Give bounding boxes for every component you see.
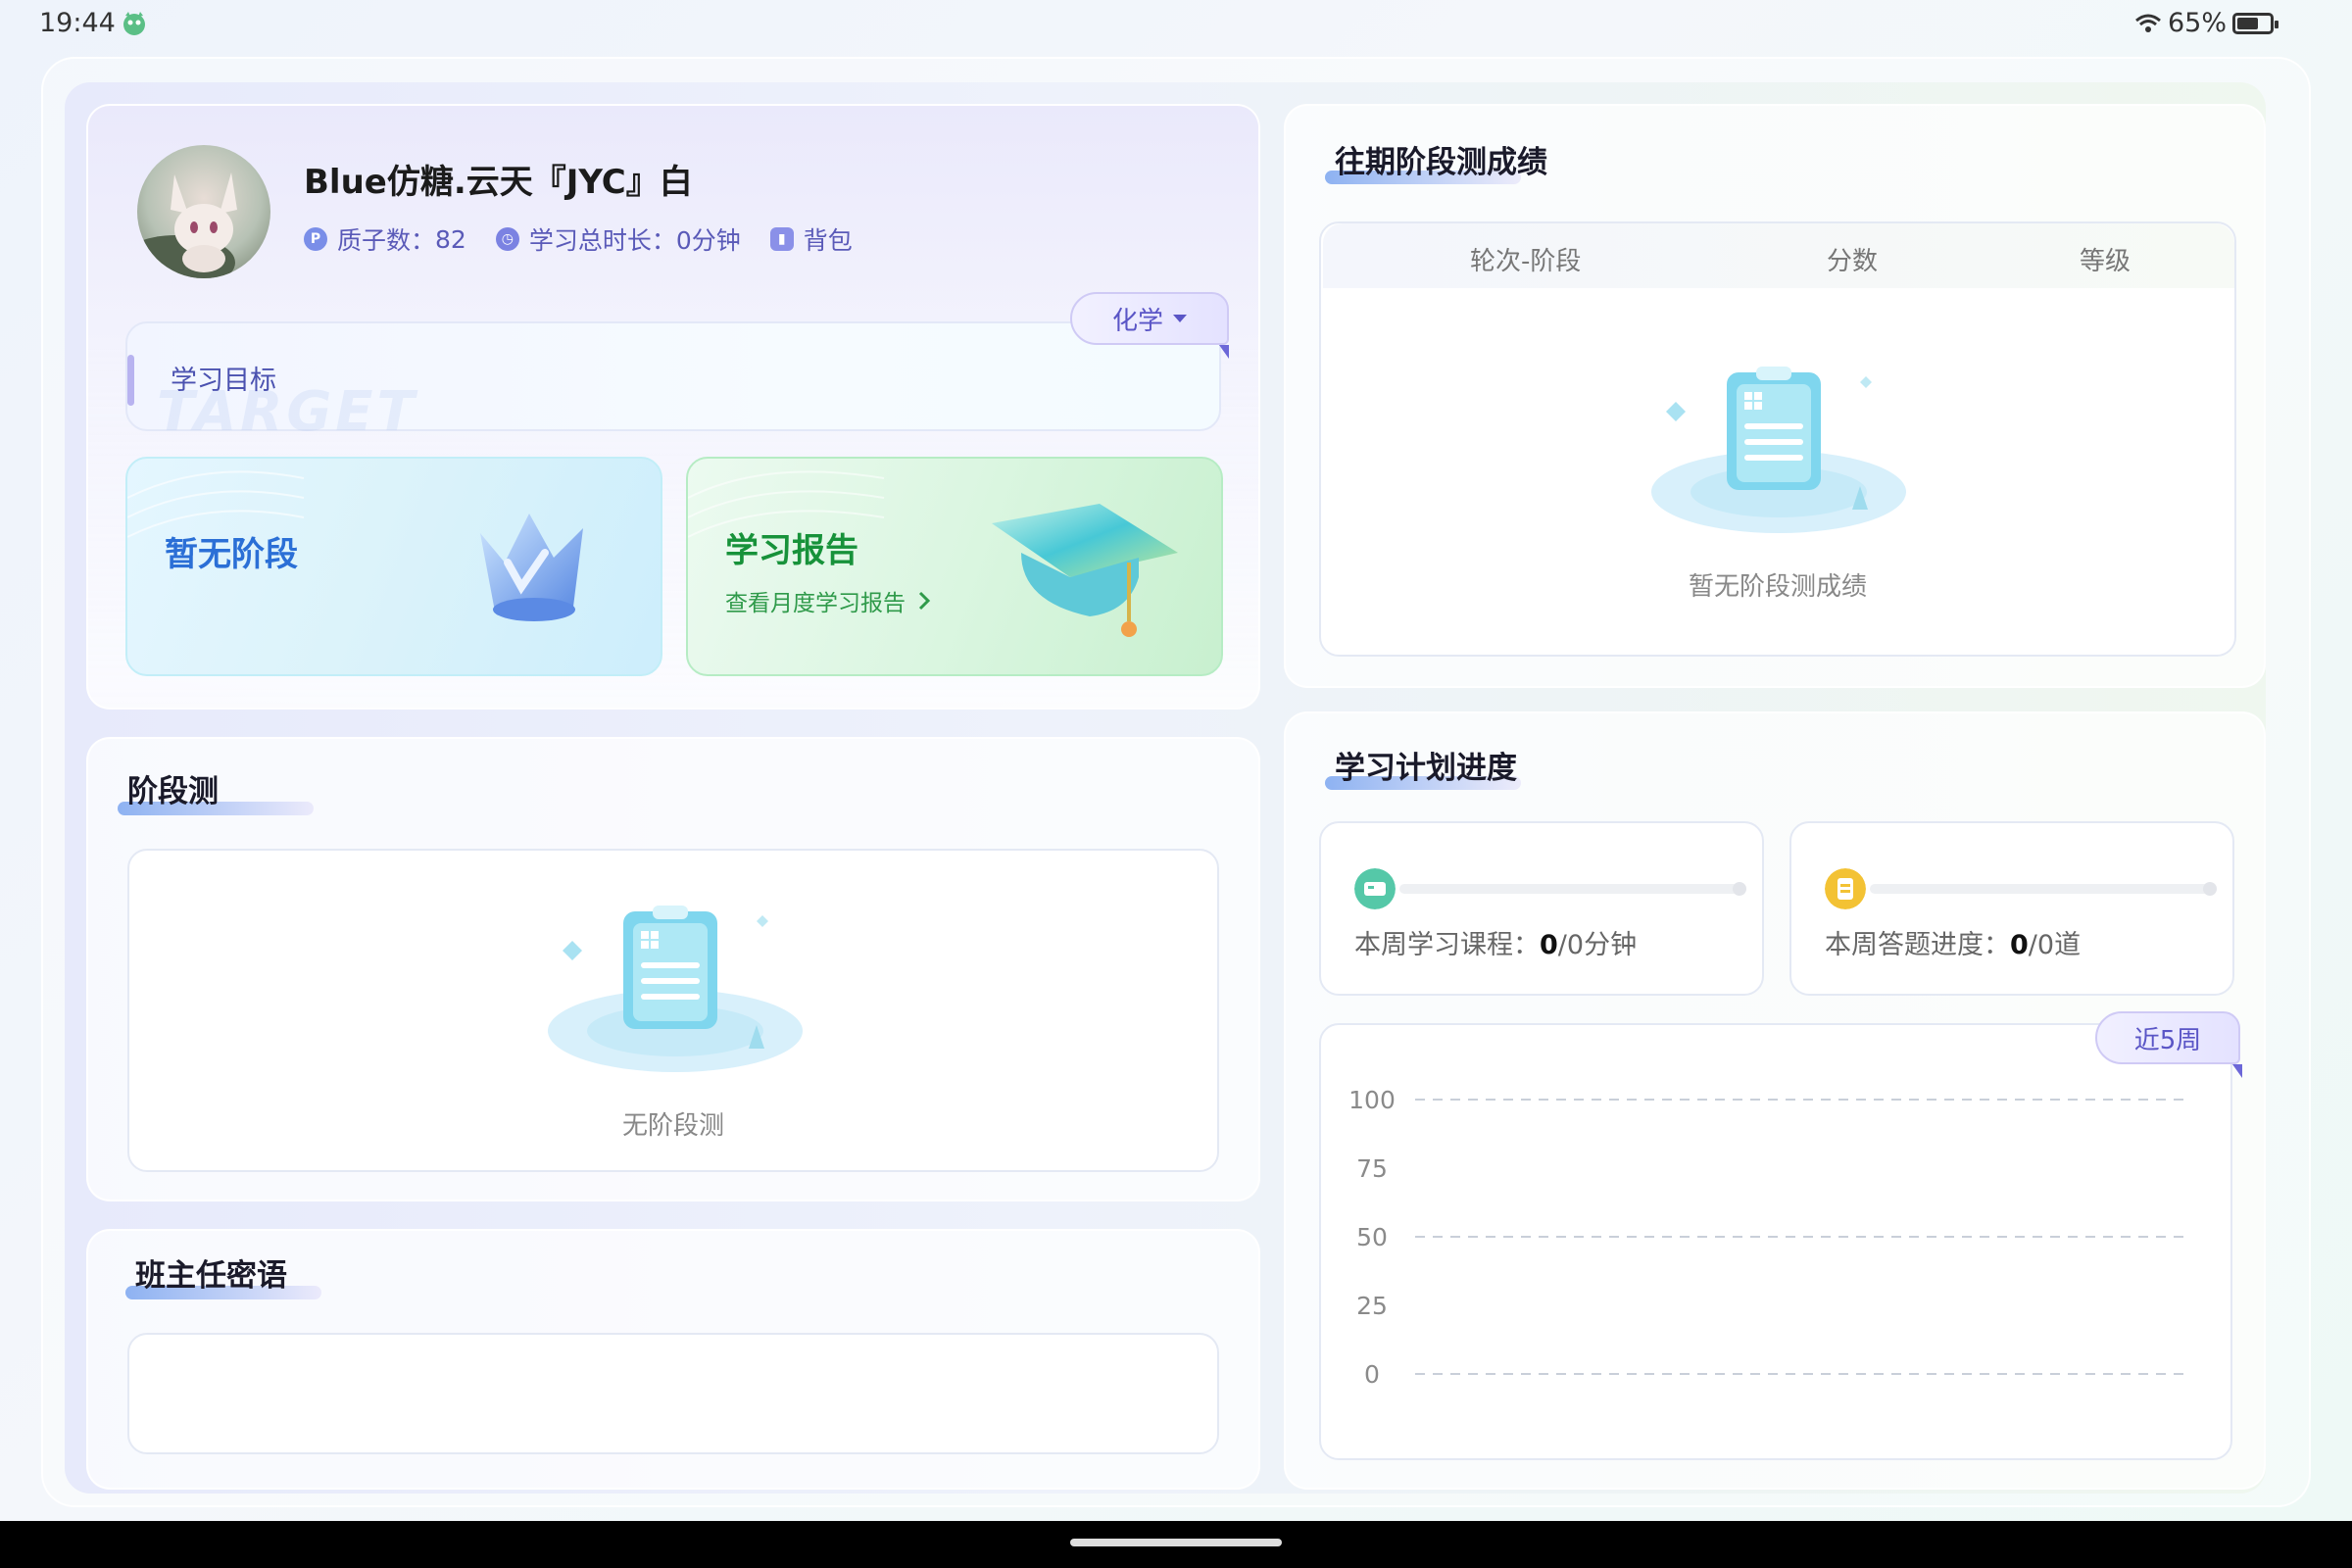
quiz-progress-text: 本周答题进度：0/0道 — [1825, 923, 2081, 961]
quiz-progress-card[interactable]: 本周答题进度：0/0道 — [1789, 821, 2234, 996]
report-subtitle: 查看月度学习报告 — [725, 591, 906, 616]
chevron-right-icon — [918, 591, 931, 611]
caret-down-icon — [1173, 315, 1187, 322]
goal-accent-bar — [127, 355, 134, 406]
empty-clipboard-icon — [1651, 367, 1906, 533]
course-progress-end-dot — [1733, 882, 1746, 896]
course-progress-done: 0 — [1540, 930, 1558, 960]
goal-label: 学习目标 — [171, 366, 276, 396]
bag-label: 背包 — [803, 226, 853, 255]
proton-icon: P — [304, 227, 327, 251]
plan-progress-title: 学习计划进度 — [1335, 751, 1517, 786]
report-tile[interactable]: 学习报告 查看月度学习报告 — [686, 457, 1223, 676]
subject-dropdown[interactable]: 化学 — [1070, 292, 1229, 345]
profile-stats: P 质子数： 82 ◷ 学习总时长： 0分钟 ▮ 背包 — [304, 221, 882, 257]
quiz-progress-total: /0道 — [2028, 930, 2082, 960]
quiz-progress-done: 0 — [2010, 930, 2029, 960]
quiz-progress-label: 本周答题进度： — [1825, 930, 2010, 960]
column-header-grade: 等级 — [2080, 247, 2132, 276]
battery-icon — [2232, 12, 2278, 34]
stage-test-empty-text: 无阶段测 — [621, 1111, 724, 1141]
weekly-chart-plot: 100 75 50 25 0 — [1348, 1086, 2187, 1389]
quiz-document-icon — [1825, 868, 1866, 909]
bag-button[interactable]: ▮ 背包 — [769, 221, 853, 257]
quiz-progress-track — [1870, 884, 2209, 894]
quality-stat: P 质子数： 82 — [304, 221, 466, 257]
report-tile-title: 学习报告 — [725, 531, 858, 570]
range-dropdown[interactable]: 近5周 — [2095, 1011, 2240, 1064]
column-header-score: 分数 — [1827, 247, 1879, 276]
quality-label: 质子数： — [337, 226, 436, 255]
course-progress-text: 本周学习课程：0/0分钟 — [1354, 923, 1637, 961]
stage-test-title: 阶段测 — [127, 774, 219, 809]
status-time: 19:44 — [39, 8, 116, 38]
stage-test-empty-box: 无阶段测 — [127, 849, 1219, 1172]
past-scores-title: 往期阶段测成绩 — [1335, 145, 1547, 180]
y-tick-label: 0 — [1364, 1360, 1380, 1389]
stage-tile[interactable]: 暂无阶段 — [125, 457, 662, 676]
study-goal-box[interactable]: TARGET 学习目标 — [125, 321, 1221, 444]
past-scores-empty-text: 暂无阶段测成绩 — [1688, 572, 1867, 602]
clock-icon: ◷ — [495, 227, 519, 251]
status-right: 65% — [2134, 8, 2278, 38]
y-tick-label: 25 — [1356, 1292, 1388, 1320]
teacher-notes-title: 班主任密语 — [135, 1258, 287, 1294]
duration-value: 0分钟 — [675, 226, 741, 255]
bag-icon: ▮ — [769, 227, 794, 251]
app-notification-icon — [123, 12, 145, 35]
y-tick-label: 75 — [1356, 1154, 1388, 1183]
range-label: 近5周 — [2133, 1025, 2202, 1055]
avatar-image — [137, 172, 237, 278]
battery-percent: 65% — [2167, 8, 2227, 38]
y-tick-label: 100 — [1348, 1086, 1396, 1114]
subject-label: 化学 — [1111, 306, 1163, 336]
quiz-progress-end-dot — [2203, 882, 2217, 896]
video-course-icon — [1354, 868, 1396, 909]
empty-clipboard-icon — [548, 906, 803, 1072]
duration-stat: ◷ 学习总时长： 0分钟 — [495, 221, 741, 257]
course-progress-label: 本周学习课程： — [1354, 930, 1540, 960]
y-tick-label: 50 — [1356, 1223, 1388, 1251]
report-link[interactable]: 查看月度学习报告 — [725, 584, 933, 617]
course-progress-total: /0分钟 — [1557, 930, 1638, 960]
quality-value: 82 — [435, 224, 466, 254]
column-header-round: 轮次-阶段 — [1470, 247, 1582, 276]
graduation-cap-icon — [992, 504, 1178, 637]
teacher-notes-box — [127, 1333, 1219, 1454]
wifi-icon — [2135, 14, 2161, 32]
course-progress-track — [1399, 884, 1739, 894]
stage-tile-title: 暂无阶段 — [165, 535, 298, 574]
course-progress-card[interactable]: 本周学习课程：0/0分钟 — [1319, 821, 1764, 996]
duration-label: 学习总时长： — [528, 226, 676, 255]
status-bar: 19:44 65% — [0, 0, 2352, 49]
weekly-chart: 100 75 50 25 0 — [1319, 1023, 2232, 1460]
crown-icon — [480, 514, 583, 621]
username: Blue仿糖.云天『JYC』白 — [304, 163, 693, 202]
home-gesture-bar[interactable] — [1070, 1539, 1282, 1546]
avatar[interactable] — [137, 145, 270, 278]
past-scores-table-header: 轮次-阶段 分数 等级 — [1323, 223, 2234, 288]
